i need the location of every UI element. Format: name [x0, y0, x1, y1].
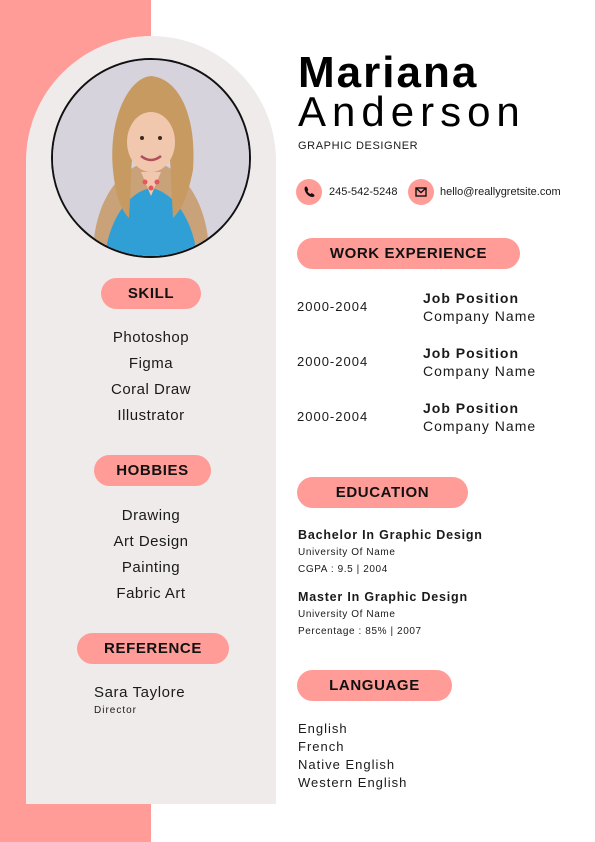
- last-name: Anderson: [298, 88, 526, 135]
- skill-heading: SKILL: [101, 278, 201, 309]
- work-position: Job Position: [423, 345, 519, 361]
- work-years: 2000-2004: [297, 354, 369, 369]
- work-position: Job Position: [423, 400, 519, 416]
- language-list: English French Native English Western En…: [298, 720, 407, 792]
- job-title: GRAPHIC DESIGNER: [298, 140, 419, 152]
- reference-role: Director: [94, 705, 138, 716]
- email-address[interactable]: hello@reallygretsite.com: [440, 186, 561, 198]
- skill-item: Coral Draw: [110, 381, 191, 398]
- work-company: Company Name: [423, 308, 537, 324]
- education-detail: Percentage : 85% | 2007: [298, 626, 422, 637]
- language-item: English: [298, 721, 348, 736]
- skill-item: Photoshop: [112, 329, 190, 346]
- work-company: Company Name: [423, 363, 537, 379]
- hobby-item: Drawing: [121, 507, 181, 524]
- work-company: Company Name: [423, 418, 537, 434]
- language-item: Western English: [298, 775, 408, 790]
- language-item: French: [298, 739, 345, 754]
- hobby-item: Fabric Art: [116, 585, 186, 602]
- education-heading: EDUCATION: [297, 477, 468, 508]
- language-heading: LANGUAGE: [297, 670, 452, 701]
- work-years: 2000-2004: [297, 299, 369, 314]
- reference-name: Sara Taylore: [94, 684, 186, 701]
- education-school: University Of Name: [298, 547, 396, 558]
- hobby-item: Painting: [121, 559, 181, 576]
- education-degree: Bachelor In Graphic Design: [298, 528, 483, 542]
- language-item: Native English: [298, 757, 396, 772]
- work-experience-heading: WORK EXPERIENCE: [297, 238, 520, 269]
- education-detail: CGPA : 9.5 | 2004: [298, 564, 388, 575]
- envelope-icon: [408, 179, 434, 205]
- hobbies-list: Drawing Art Design Painting Fabric Art: [26, 503, 276, 607]
- education-school: University Of Name: [298, 609, 396, 620]
- phone-number[interactable]: 245-542-5248: [329, 186, 398, 198]
- reference-heading: REFERENCE: [77, 633, 229, 664]
- work-position: Job Position: [423, 290, 519, 306]
- hobbies-heading: HOBBIES: [94, 455, 211, 486]
- education-degree: Master In Graphic Design: [298, 590, 468, 604]
- skill-item: Figma: [128, 355, 174, 372]
- phone-icon: [296, 179, 322, 205]
- profile-photo: [51, 58, 251, 258]
- skill-item: Illustrator: [117, 407, 185, 424]
- hobby-item: Art Design: [113, 533, 189, 550]
- work-years: 2000-2004: [297, 409, 369, 424]
- skill-list: Photoshop Figma Coral Draw Illustrator: [26, 325, 276, 429]
